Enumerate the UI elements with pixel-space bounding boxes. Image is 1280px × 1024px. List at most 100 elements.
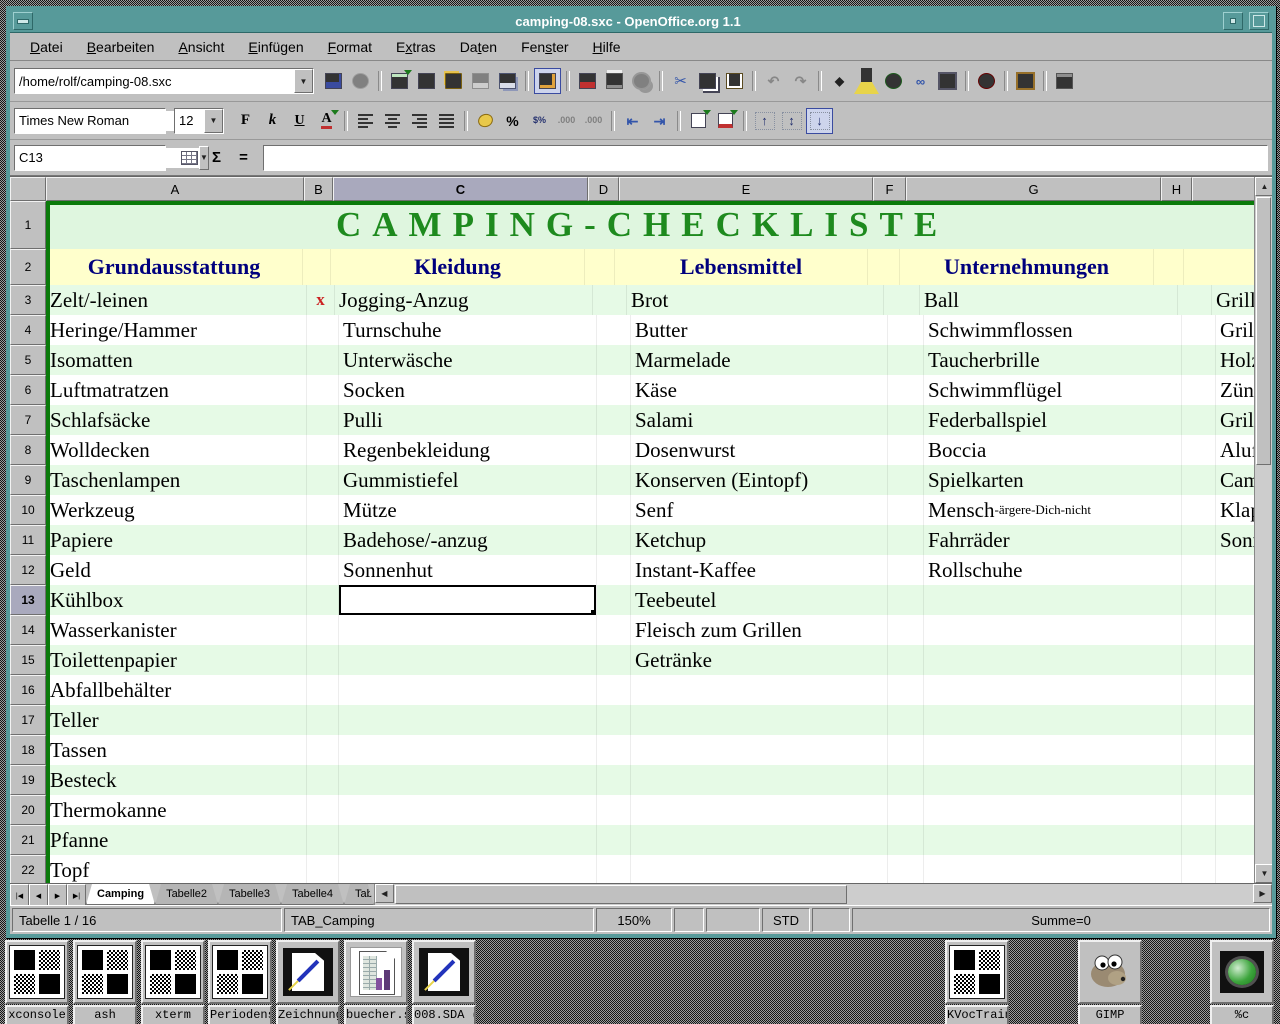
cell-A12[interactable]: Geld [46, 555, 307, 585]
cell-E10[interactable]: Senf [631, 495, 888, 525]
taskbar-icon-buecher-sc[interactable]: buecher.sc [344, 940, 408, 1024]
cell-A19[interactable]: Besteck [46, 765, 307, 795]
cell-C4[interactable]: Turnschuhe [339, 315, 597, 345]
taskbar-icon-ash[interactable]: ash [73, 940, 137, 1024]
cell-A17[interactable]: Teller [46, 705, 307, 735]
row-header-22[interactable]: 22 [10, 855, 46, 883]
cell-B5[interactable] [307, 345, 339, 375]
font-size-input[interactable] [175, 111, 204, 131]
cell-E14[interactable]: Fleisch zum Grillen [631, 615, 888, 645]
scroll-left-button[interactable]: ◀ [375, 884, 394, 903]
record-macro-icon[interactable] [974, 69, 999, 93]
clipboard-icon[interactable] [1052, 69, 1077, 93]
cell-D3[interactable] [593, 285, 627, 315]
open-icon[interactable] [441, 69, 466, 93]
titlebar[interactable]: camping-08.sxc - OpenOffice.org 1.1 [10, 10, 1272, 33]
row-header-11[interactable]: 11 [10, 525, 46, 555]
cell-I6[interactable]: Zündh [1216, 375, 1254, 405]
cell-E9[interactable]: Konserven (Eintopf) [631, 465, 888, 495]
menu-hilfe[interactable]: Hilfe [581, 36, 633, 58]
cell-G14[interactable] [924, 615, 1182, 645]
cell-H11[interactable] [1182, 525, 1216, 555]
hyperlink-globe-icon[interactable] [881, 69, 906, 93]
cell-A21[interactable]: Pfanne [46, 825, 307, 855]
cell-C3[interactable]: Jogging-Anzug [335, 285, 593, 315]
cell-E18[interactable] [631, 735, 888, 765]
cell-G21[interactable] [924, 825, 1182, 855]
cell-H22[interactable] [1182, 855, 1216, 883]
cell-F12[interactable] [888, 555, 924, 585]
cell-I5[interactable]: Holzk [1216, 345, 1254, 375]
cell-H20[interactable] [1182, 795, 1216, 825]
background-dropdown[interactable] [730, 110, 738, 115]
hyperlink-icon[interactable]: ∞ [908, 69, 933, 93]
cell-B15[interactable] [307, 645, 339, 675]
cell-D17[interactable] [597, 705, 631, 735]
taskbar-icon-008-sda-s[interactable]: 008.SDA (s [412, 940, 476, 1024]
row-header-6[interactable]: 6 [10, 375, 46, 405]
add-decimal-icon[interactable]: .000 [554, 109, 579, 133]
horizontal-scrollbar-thumb[interactable] [395, 885, 847, 904]
cell-H12[interactable] [1182, 555, 1216, 585]
cell-D22[interactable] [597, 855, 631, 883]
bold-icon[interactable]: F [233, 109, 258, 133]
navigator-icon[interactable]: ◆ [827, 69, 852, 93]
cell-C6[interactable]: Socken [339, 375, 597, 405]
last-sheet-button[interactable]: ▶| [67, 884, 86, 907]
cell-E11[interactable]: Ketchup [631, 525, 888, 555]
valign-bottom-icon[interactable]: ↓ [806, 108, 833, 134]
align-justify-icon[interactable] [434, 109, 459, 133]
font-name-input[interactable] [15, 111, 199, 131]
vertical-scrollbar-track[interactable] [1255, 466, 1272, 864]
cell-D14[interactable] [597, 615, 631, 645]
cell-B18[interactable] [307, 735, 339, 765]
cell-F6[interactable] [888, 375, 924, 405]
cell-H3[interactable] [1178, 285, 1212, 315]
taskbar-icon-gimp[interactable]: GIMP [1078, 940, 1142, 1024]
cell-G18[interactable] [924, 735, 1182, 765]
cell-A15[interactable]: Toilettenpapier [46, 645, 307, 675]
cell-E16[interactable] [631, 675, 888, 705]
cell-F16[interactable] [888, 675, 924, 705]
row-header-2[interactable]: 2 [10, 249, 46, 285]
save-icon[interactable] [468, 69, 493, 93]
cell-C18[interactable] [339, 735, 597, 765]
sheet-tab-tabelle4[interactable]: Tabelle4 [281, 884, 344, 905]
align-center-icon[interactable] [380, 109, 405, 133]
cell-H9[interactable] [1182, 465, 1216, 495]
cell-D4[interactable] [597, 315, 631, 345]
cell-B4[interactable] [307, 315, 339, 345]
cell-H5[interactable] [1182, 345, 1216, 375]
cell-reference-input[interactable] [15, 148, 199, 168]
menu-ansicht[interactable]: Ansicht [166, 36, 236, 58]
cell-F7[interactable] [888, 405, 924, 435]
row-header-12[interactable]: 12 [10, 555, 46, 585]
cell-G4[interactable]: Schwimmflossen [924, 315, 1182, 345]
cell-D5[interactable] [597, 345, 631, 375]
edit-file-icon[interactable] [534, 68, 561, 94]
background-icon[interactable] [713, 109, 738, 133]
gallery-icon[interactable] [1013, 69, 1038, 93]
taskbar-icon-periodensy[interactable]: Periodensy [208, 940, 272, 1024]
row-header-15[interactable]: 15 [10, 645, 46, 675]
cell-F21[interactable] [888, 825, 924, 855]
cell-B20[interactable] [307, 795, 339, 825]
column-header-C[interactable]: C [333, 177, 588, 201]
blank-page-icon[interactable] [414, 69, 439, 93]
url-dropdown-button[interactable]: ▼ [294, 69, 313, 93]
row-header-10[interactable]: 10 [10, 495, 46, 525]
cell-E7[interactable]: Salami [631, 405, 888, 435]
save-all-icon[interactable] [495, 69, 520, 93]
page-preview-icon[interactable] [629, 69, 654, 93]
cell-F9[interactable] [888, 465, 924, 495]
cell-C12[interactable]: Sonnenhut [339, 555, 597, 585]
taskbar-icon-xconsole[interactable]: xconsole [5, 940, 69, 1024]
vertical-scrollbar-thumb[interactable] [1256, 197, 1271, 465]
cell-E5[interactable]: Marmelade [631, 345, 888, 375]
cell-H15[interactable] [1182, 645, 1216, 675]
taskbar-icon-kvoctrain[interactable]: KVocTrain [945, 940, 1009, 1024]
vertical-scrollbar[interactable]: ▲ ▼ [1254, 177, 1272, 883]
cell-B12[interactable] [307, 555, 339, 585]
cell-F15[interactable] [888, 645, 924, 675]
cell-H18[interactable] [1182, 735, 1216, 765]
